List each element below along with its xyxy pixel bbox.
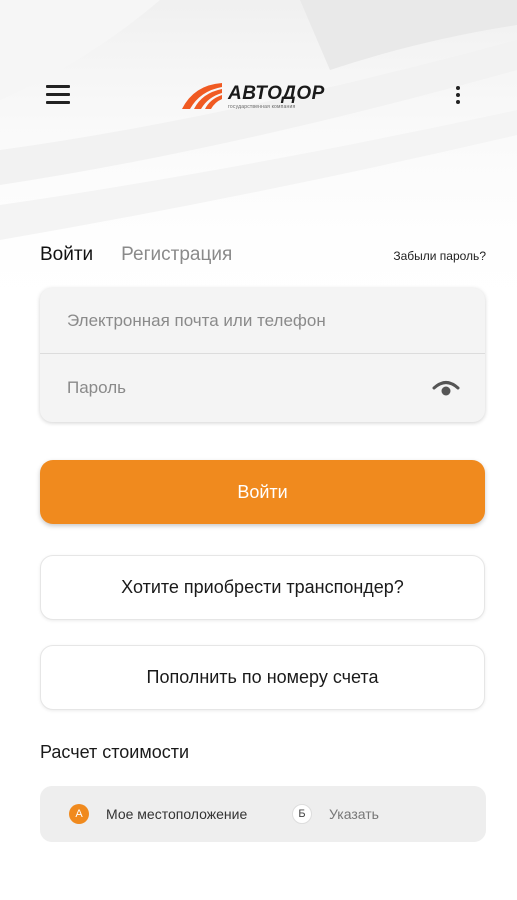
kebab-menu-icon-dot xyxy=(456,93,460,97)
hamburger-icon-line xyxy=(46,93,70,96)
brand-name: АВТОДОР xyxy=(228,83,325,104)
route-calculator: А Мое местоположение Б Указать xyxy=(40,786,486,842)
point-b-label: Указать xyxy=(329,806,379,822)
avtodor-logo-mark-icon xyxy=(182,83,222,109)
hamburger-icon-line xyxy=(46,85,70,88)
password-field[interactable] xyxy=(40,355,485,421)
email-field[interactable] xyxy=(40,288,485,353)
tab-register[interactable]: Регистрация xyxy=(121,244,232,266)
brand-tagline: государственная компания xyxy=(228,104,296,110)
point-a-label: Мое местоположение xyxy=(106,806,248,822)
road-background-decoration xyxy=(0,0,517,330)
kebab-menu-icon-dot xyxy=(456,86,460,90)
topup-by-account-button[interactable]: Пополнить по номеру счета xyxy=(40,645,485,710)
forgot-password-link[interactable]: Забыли пароль? xyxy=(393,249,486,263)
hamburger-menu-button[interactable] xyxy=(42,80,74,110)
avtodor-logo: АВТОДОР государственная компания xyxy=(180,80,325,114)
tab-login[interactable]: Войти xyxy=(40,244,93,266)
hamburger-icon-line xyxy=(46,101,70,104)
cost-calculation-title: Расчет стоимости xyxy=(40,742,190,762)
email-field-container xyxy=(40,288,485,354)
password-field-container xyxy=(40,355,485,421)
kebab-menu-icon-dot xyxy=(456,100,460,104)
route-point-a[interactable]: А Мое местоположение xyxy=(69,786,247,842)
route-point-b[interactable]: Б Указать xyxy=(292,786,379,842)
buy-transponder-button[interactable]: Хотите приобрести транспондер? xyxy=(40,555,485,620)
auth-tabs: Войти Регистрация xyxy=(40,244,232,266)
kebab-menu-button[interactable] xyxy=(450,83,466,107)
point-a-badge: А xyxy=(69,804,89,824)
eye-icon[interactable] xyxy=(431,377,461,399)
point-b-badge: Б xyxy=(292,804,312,824)
login-button[interactable]: Войти xyxy=(40,460,485,524)
login-form xyxy=(40,288,485,422)
